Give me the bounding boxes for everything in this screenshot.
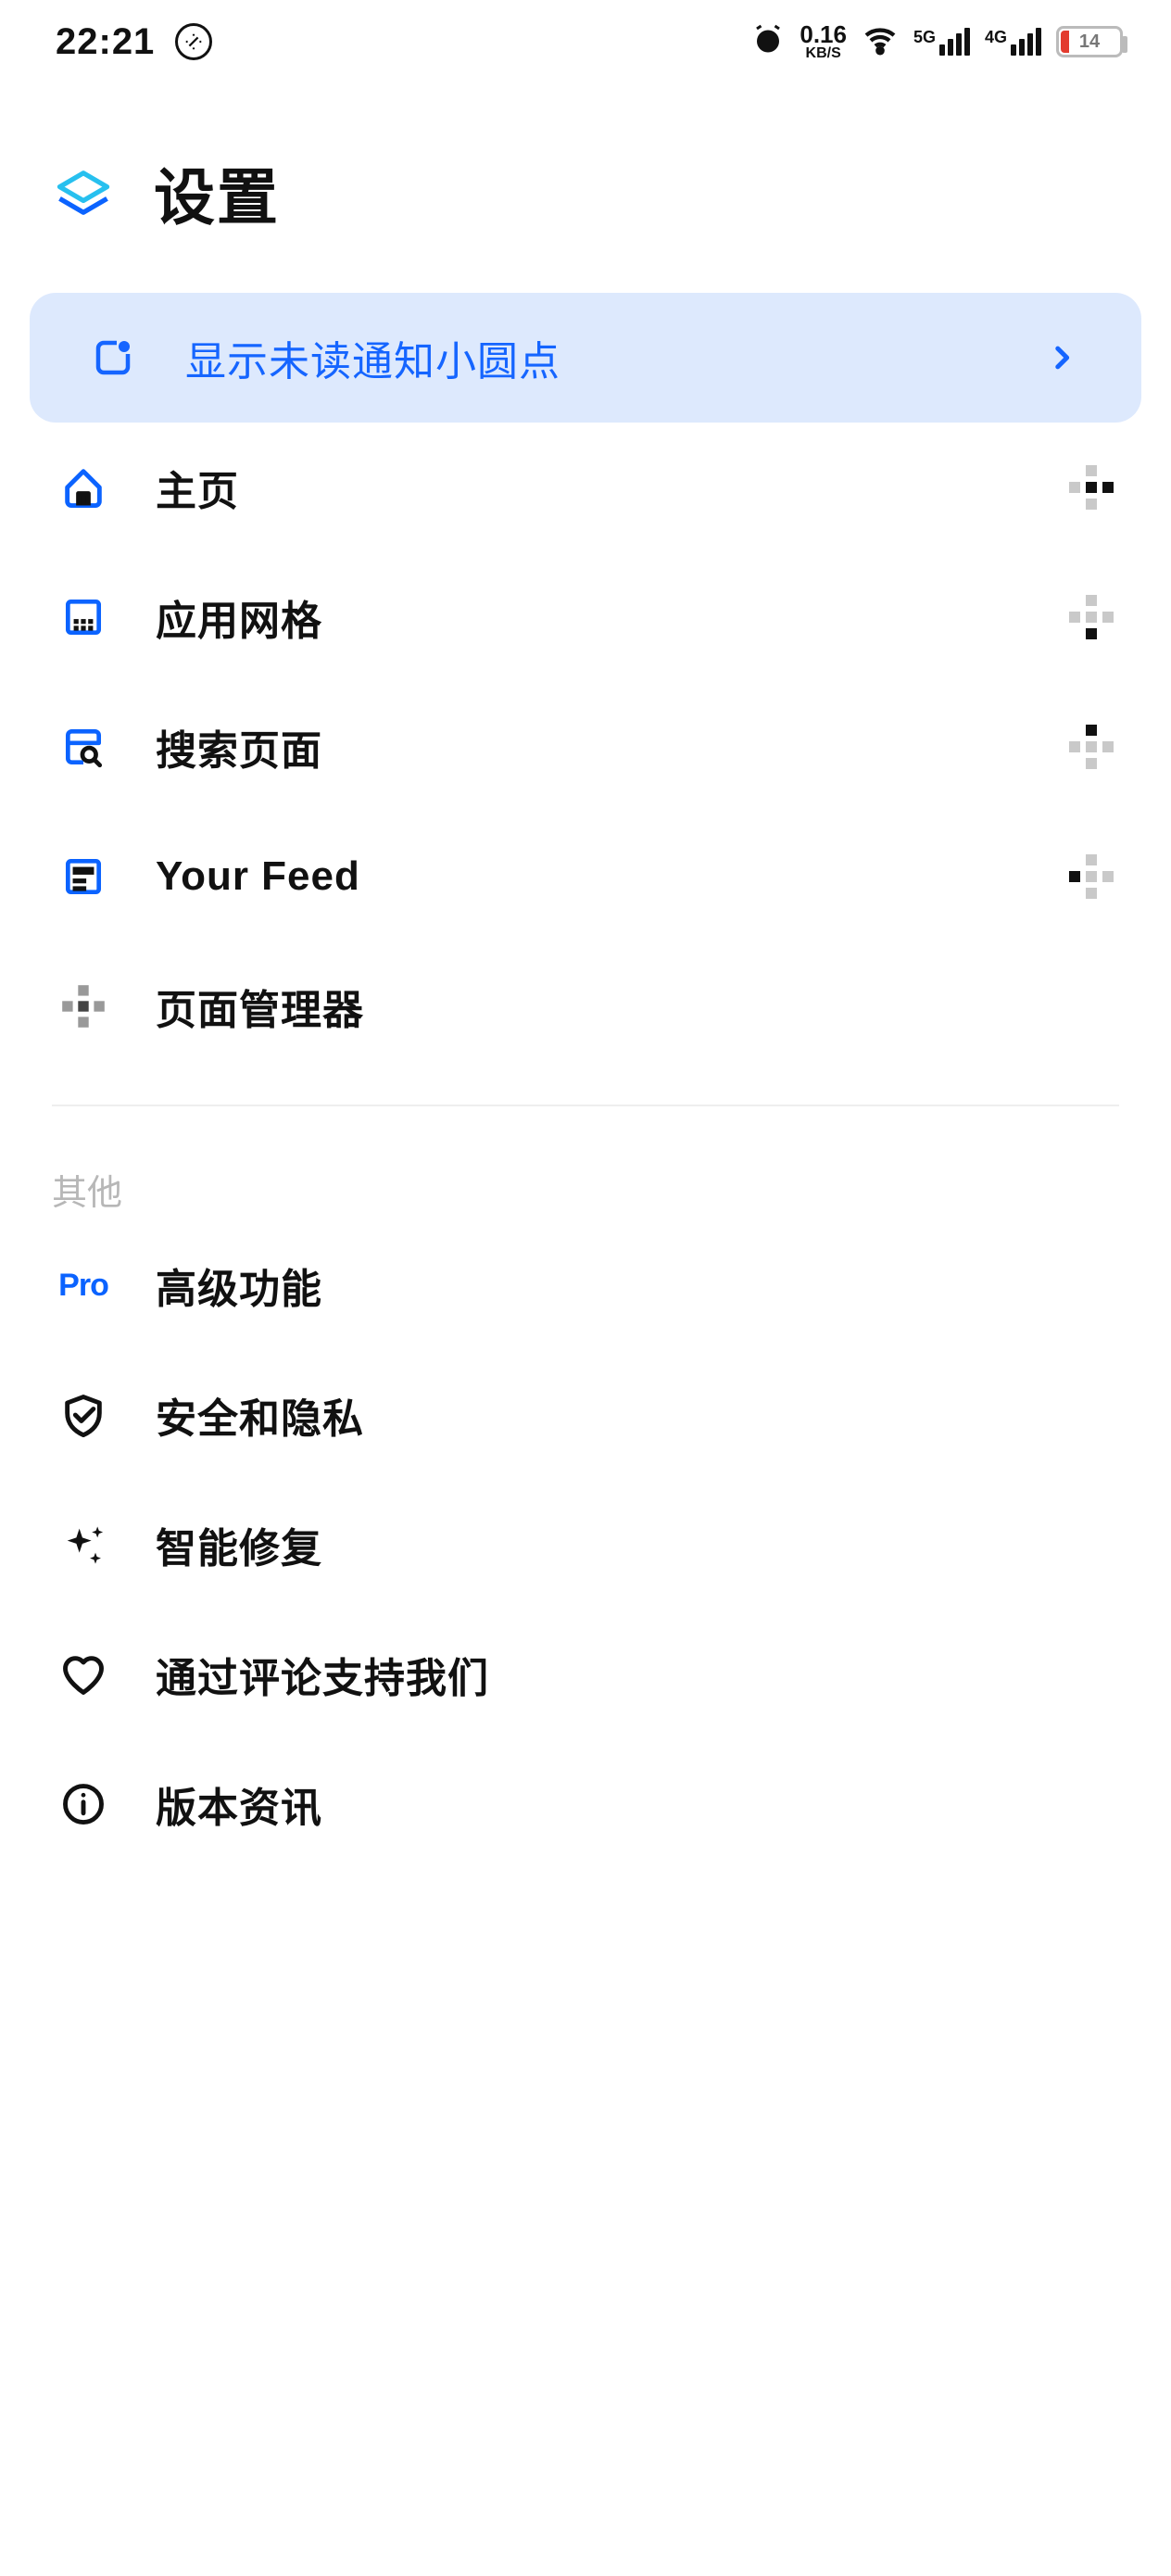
network-speed: 0.16 KB/S <box>800 22 847 61</box>
dnd-icon <box>175 23 212 60</box>
settings-list: 显示未读通知小圆点 主页 应用网格 <box>0 293 1171 1869</box>
shield-icon <box>52 1383 115 1446</box>
page-manager-icon <box>52 975 115 1038</box>
pro-icon: Pro <box>52 1254 115 1317</box>
info-icon <box>52 1773 115 1836</box>
app-logo-icon <box>52 161 115 224</box>
signal-2: 4G <box>985 28 1041 56</box>
signal-1: 5G <box>913 28 970 56</box>
row-your-feed-label: Your Feed <box>156 853 1023 900</box>
row-search-page-label: 搜索页面 <box>156 717 1023 777</box>
home-icon <box>52 456 115 519</box>
chevron-right-icon <box>1034 330 1089 385</box>
row-pro-label: 高级功能 <box>156 1256 1119 1315</box>
notification-dot-banner[interactable]: 显示未读通知小圆点 <box>30 293 1141 423</box>
row-version-info[interactable]: 版本资讯 <box>0 1739 1171 1869</box>
page-header: 设置 <box>0 83 1171 280</box>
drag-handle-icon[interactable] <box>1064 460 1119 515</box>
row-support[interactable]: 通过评论支持我们 <box>0 1610 1171 1739</box>
row-smart-fix[interactable]: 智能修复 <box>0 1480 1171 1610</box>
row-app-grid[interactable]: 应用网格 <box>0 552 1171 682</box>
sparkle-icon <box>52 1513 115 1576</box>
grid-icon <box>52 586 115 649</box>
row-home[interactable]: 主页 <box>0 423 1171 552</box>
status-left: 22:21 <box>56 21 212 63</box>
section-header-other: 其他 <box>0 1123 1171 1220</box>
alarm-icon <box>751 23 785 61</box>
row-search-page[interactable]: 搜索页面 <box>0 682 1171 812</box>
drag-handle-icon[interactable] <box>1064 589 1119 645</box>
notification-dot-icon <box>82 326 145 389</box>
feed-icon <box>52 845 115 908</box>
banner-label: 显示未读通知小圆点 <box>185 328 993 387</box>
row-version-info-label: 版本资讯 <box>156 1774 1119 1834</box>
row-your-feed[interactable]: Your Feed <box>0 812 1171 941</box>
row-page-manager-label: 页面管理器 <box>156 977 1023 1036</box>
row-support-label: 通过评论支持我们 <box>156 1645 1119 1704</box>
battery-indicator: 14 <box>1056 26 1123 57</box>
status-clock: 22:21 <box>56 21 155 63</box>
heart-icon <box>52 1643 115 1706</box>
page-title: 设置 <box>154 148 280 237</box>
row-security[interactable]: 安全和隐私 <box>0 1350 1171 1480</box>
row-smart-fix-label: 智能修复 <box>156 1515 1119 1574</box>
drag-handle-icon[interactable] <box>1064 719 1119 775</box>
row-security-label: 安全和隐私 <box>156 1385 1119 1445</box>
status-bar: 22:21 0.16 KB/S 5G 4G 14 <box>0 0 1171 83</box>
row-page-manager[interactable]: 页面管理器 <box>0 941 1171 1071</box>
row-pro[interactable]: Pro 高级功能 <box>0 1220 1171 1350</box>
status-right: 0.16 KB/S 5G 4G 14 <box>751 21 1123 63</box>
section-divider <box>52 1105 1119 1106</box>
drag-handle-icon[interactable] <box>1064 849 1119 904</box>
wifi-icon <box>862 21 899 63</box>
search-page-icon <box>52 715 115 778</box>
row-app-grid-label: 应用网格 <box>156 587 1023 647</box>
row-home-label: 主页 <box>156 458 1023 517</box>
